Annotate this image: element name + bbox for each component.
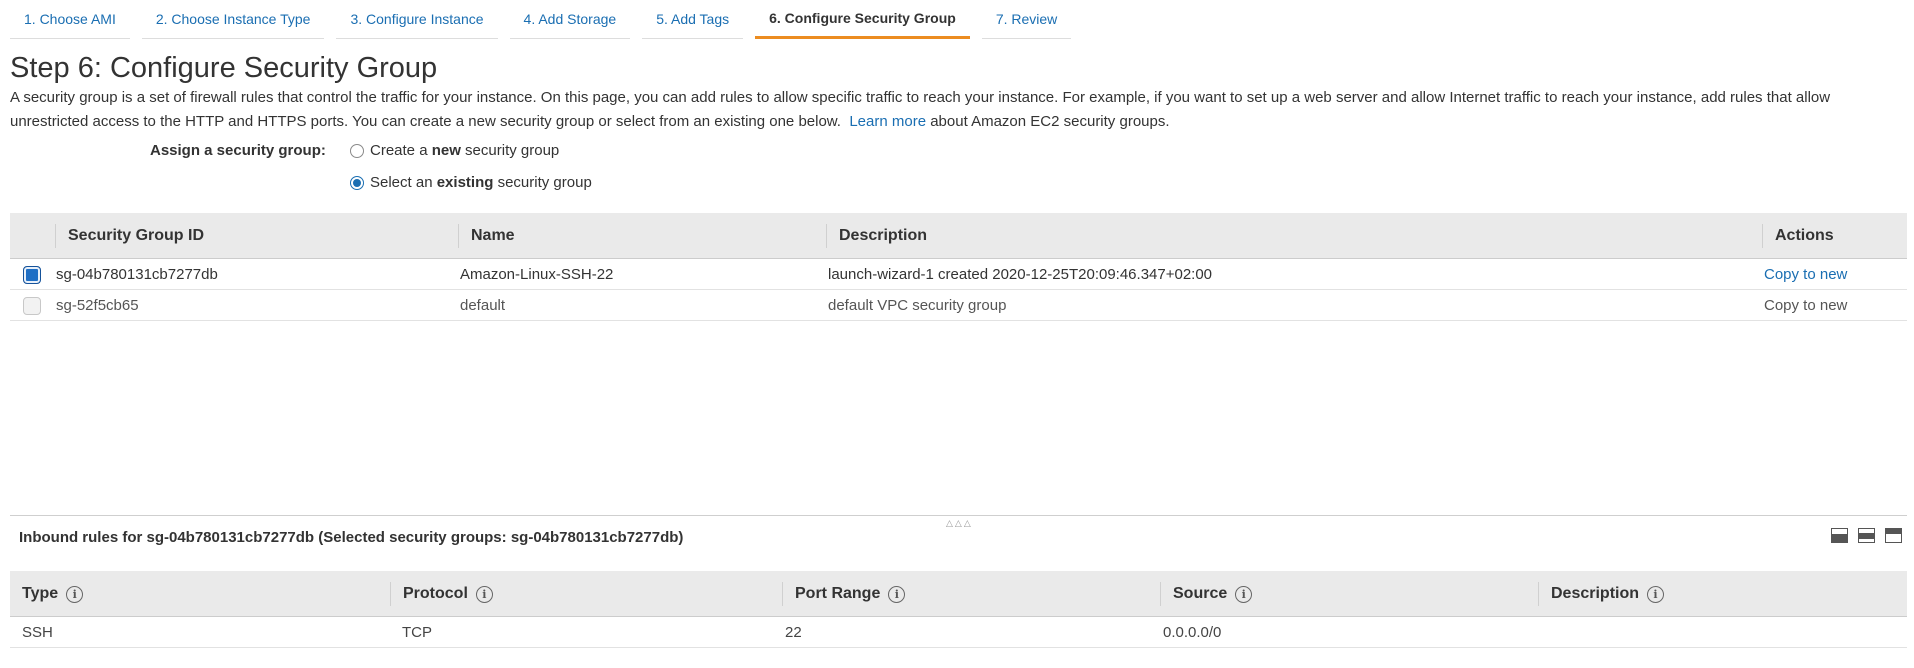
inbound-rules-title: Inbound rules for sg-04b780131cb7277db (… — [19, 529, 684, 546]
pane-splitter[interactable] — [10, 515, 1907, 516]
security-groups-table-header: Security Group ID Name Description Actio… — [10, 213, 1907, 259]
tab-choose-instance-type[interactable]: 2. Choose Instance Type — [141, 0, 325, 39]
info-icon[interactable]: i — [66, 585, 84, 603]
radio-create-new-control[interactable] — [350, 143, 364, 158]
rule-protocol: TCP — [402, 624, 432, 641]
row-checkbox[interactable] — [23, 265, 41, 284]
col-header-security-group-id[interactable]: Security Group ID — [55, 224, 204, 248]
info-icon[interactable]: i — [1235, 585, 1253, 603]
rule-type: SSH — [22, 624, 53, 641]
inbound-rules-table-header: Type i Protocol i Port Range i Source i Desc… — [10, 571, 1907, 617]
radio-select-existing-control[interactable] — [350, 175, 364, 190]
col-header-port-range: Port Range i — [782, 582, 906, 606]
col-header-description[interactable]: Description — [826, 224, 927, 248]
splitter-grip-icon[interactable]: △△△ — [946, 518, 973, 529]
inbound-rules-table: Type i Protocol i Port Range i Source i Desc… — [10, 571, 1907, 648]
pane-split-icon[interactable] — [1858, 528, 1875, 543]
info-icon[interactable]: i — [1647, 585, 1665, 603]
col-header-actions: Actions — [1762, 224, 1834, 248]
sg-id: sg-04b780131cb7277db — [56, 266, 218, 283]
sg-name: default — [460, 297, 506, 314]
radio-create-new[interactable]: Create a new security group — [350, 142, 559, 159]
pane-maximize-icon[interactable] — [1885, 528, 1902, 543]
sg-description: launch-wizard-1 created 2020-12-25T20:09… — [828, 266, 1213, 283]
tab-configure-security-group[interactable]: 6. Configure Security Group — [755, 0, 970, 39]
table-row[interactable]: sg-04b780131cb7277db Amazon-Linux-SSH-22… — [10, 259, 1907, 290]
wizard-tabs: 1. Choose AMI 2. Choose Instance Type 3.… — [10, 0, 1083, 39]
table-row: SSH TCP 22 0.0.0.0/0 — [10, 617, 1907, 648]
radio-select-existing-label: Select an existing security group — [370, 174, 592, 191]
sg-name: Amazon-Linux-SSH-22 — [460, 266, 614, 283]
sg-description: default VPC security group — [828, 297, 1007, 314]
col-header-source: Source i — [1160, 582, 1253, 606]
table-row[interactable]: sg-52f5cb65 default default VPC security… — [10, 290, 1907, 321]
learn-more-link[interactable]: Learn more — [849, 113, 926, 130]
rule-port-range: 22 — [785, 624, 802, 641]
security-groups-table: Security Group ID Name Description Actio… — [10, 213, 1907, 321]
tab-add-storage[interactable]: 4. Add Storage — [509, 0, 631, 39]
col-header-description: Description i — [1538, 582, 1665, 606]
page-title: Step 6: Configure Security Group — [10, 52, 438, 84]
col-header-name[interactable]: Name — [458, 224, 515, 248]
col-header-protocol: Protocol i — [390, 582, 493, 606]
page-intro: A security group is a set of firewall ru… — [10, 86, 1900, 134]
assign-security-group-label: Assign a security group: — [150, 142, 326, 159]
row-checkbox[interactable] — [23, 296, 41, 315]
tab-review[interactable]: 7. Review — [981, 0, 1072, 39]
intro-suffix: about Amazon EC2 security groups. — [926, 113, 1170, 130]
radio-create-new-label: Create a new security group — [370, 142, 560, 159]
pane-minimize-icon[interactable] — [1831, 528, 1848, 543]
copy-to-new-link[interactable]: Copy to new — [1764, 259, 1847, 290]
info-icon[interactable]: i — [475, 585, 493, 603]
copy-to-new-link[interactable]: Copy to new — [1764, 290, 1847, 321]
tab-choose-ami[interactable]: 1. Choose AMI — [10, 0, 130, 39]
tab-add-tags[interactable]: 5. Add Tags — [642, 0, 744, 39]
radio-select-existing[interactable]: Select an existing security group — [350, 174, 592, 191]
pane-view-toggles — [1821, 528, 1902, 543]
tab-configure-instance[interactable]: 3. Configure Instance — [336, 0, 498, 39]
info-icon[interactable]: i — [888, 585, 906, 603]
sg-id: sg-52f5cb65 — [56, 297, 139, 314]
rule-source: 0.0.0.0/0 — [1163, 624, 1222, 641]
col-header-type: Type i — [10, 571, 84, 617]
